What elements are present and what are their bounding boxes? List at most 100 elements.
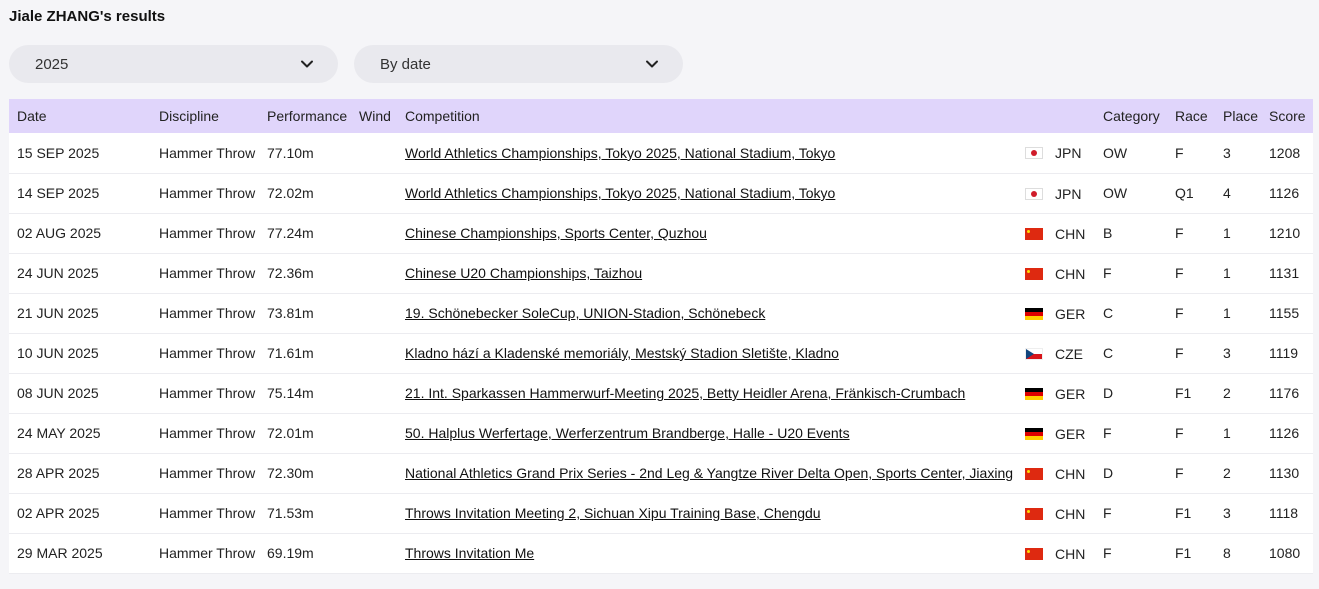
cell-discipline: Hammer Throw <box>159 425 256 441</box>
cell-date: 02 APR 2025 <box>17 505 100 521</box>
competition-link[interactable]: Chinese Championships, Sports Center, Qu… <box>405 225 707 241</box>
cell-competition: Kladno hází a Kladenské memoriály, Mests… <box>405 333 1025 373</box>
cell-country: GER <box>1025 413 1103 453</box>
ger-flag-icon <box>1025 387 1043 400</box>
header-score: Score <box>1269 108 1306 124</box>
sort-select[interactable]: By date <box>354 45 683 83</box>
cell-country: JPN <box>1025 173 1103 213</box>
header-category: Category <box>1103 108 1160 124</box>
cell-date: 15 SEP 2025 <box>17 144 100 161</box>
competition-link[interactable]: National Athletics Grand Prix Series - 2… <box>405 465 1013 481</box>
competition-link[interactable]: Throws Invitation Meeting 2, Sichuan Xip… <box>405 505 821 521</box>
cell-place: 1 <box>1223 225 1231 241</box>
results-page: Jiale ZHANG's results 2025 By date Date … <box>0 0 1319 589</box>
cell-performance: 69.19m <box>267 545 314 561</box>
cell-competition: Throws Invitation Meeting 2, Sichuan Xip… <box>405 493 1025 533</box>
country-code: CHN <box>1055 265 1086 282</box>
cell-race: F1 <box>1175 505 1192 521</box>
header-wind: Wind <box>359 108 391 124</box>
cell-wind <box>359 133 405 173</box>
cell-competition: 21. Int. Sparkassen Hammerwurf-Meeting 2… <box>405 373 1025 413</box>
cell-performance: 77.10m <box>267 144 314 161</box>
header-competition: Competition <box>405 108 480 124</box>
cell-category: F <box>1103 505 1112 521</box>
cell-race: F1 <box>1175 545 1192 561</box>
cell-discipline: Hammer Throw <box>159 144 256 161</box>
cell-score: 1080 <box>1269 545 1301 561</box>
cell-date: 21 JUN 2025 <box>17 305 99 321</box>
table-row: 08 JUN 2025 Hammer Throw 75.14m 21. Int. Sp… <box>9 373 1313 413</box>
chevron-down-icon <box>300 57 314 71</box>
cell-discipline: Hammer Throw <box>159 225 256 241</box>
country-code: CHN <box>1055 465 1086 482</box>
cell-wind <box>359 173 405 213</box>
competition-link[interactable]: Chinese U20 Championships, Taizhou <box>405 265 642 281</box>
cell-wind <box>359 213 405 253</box>
cell-discipline: Hammer Throw <box>159 385 256 401</box>
cell-race: F <box>1175 345 1184 361</box>
sort-select-value: By date <box>380 55 431 73</box>
cell-race: F <box>1175 465 1184 481</box>
cell-race: F1 <box>1175 385 1192 401</box>
cell-performance: 72.36m <box>267 265 314 281</box>
year-select[interactable]: 2025 <box>9 45 338 83</box>
table-row: 24 MAY 2025 Hammer Throw 72.01m 50. Halplus… <box>9 413 1313 453</box>
cell-place: 2 <box>1223 385 1231 401</box>
cell-date: 24 MAY 2025 <box>17 425 101 441</box>
cell-score: 1118 <box>1269 505 1299 521</box>
cell-score: 1208 <box>1269 144 1301 161</box>
cell-country: CHN <box>1025 493 1103 533</box>
cell-category: OW <box>1103 185 1128 201</box>
cell-wind <box>359 373 405 413</box>
country-code: GER <box>1055 305 1086 322</box>
cell-competition: Chinese Championships, Sports Center, Qu… <box>405 213 1025 253</box>
cell-wind <box>359 333 405 373</box>
cell-performance: 73.81m <box>267 305 314 321</box>
cell-race: F <box>1175 425 1184 441</box>
page-title: Jiale ZHANG's results <box>9 8 166 25</box>
cell-performance: 72.01m <box>267 425 314 441</box>
cell-race: F <box>1175 305 1184 321</box>
country-code: CHN <box>1055 225 1086 242</box>
cell-wind <box>359 453 405 493</box>
cell-category: D <box>1103 465 1114 481</box>
cell-date: 28 APR 2025 <box>17 465 100 481</box>
competition-link[interactable]: 50. Halplus Werfertage, Werferzentrum Br… <box>405 425 850 441</box>
cell-country: CZE <box>1025 333 1103 373</box>
cell-place: 2 <box>1223 465 1231 481</box>
competition-link[interactable]: World Athletics Championships, Tokyo 202… <box>405 185 835 201</box>
competition-link[interactable]: 21. Int. Sparkassen Hammerwurf-Meeting 2… <box>405 385 965 401</box>
country-code: CHN <box>1055 545 1086 562</box>
cell-date: 29 MAR 2025 <box>17 545 103 561</box>
country-code: CHN <box>1055 505 1086 522</box>
cell-category: OW <box>1103 144 1128 161</box>
results-table: Date Discipline Performance Wind Competi… <box>9 99 1313 574</box>
cell-country: CHN <box>1025 253 1103 293</box>
cell-country: CHN <box>1025 533 1103 573</box>
table-header: Date Discipline Performance Wind Competi… <box>9 99 1313 133</box>
competition-link[interactable]: World Athletics Championships, Tokyo 202… <box>405 145 835 161</box>
competition-link[interactable]: Throws Invitation Me <box>405 545 534 561</box>
cell-category: B <box>1103 225 1113 241</box>
cell-performance: 72.30m <box>267 465 314 481</box>
cell-score: 1131 <box>1269 265 1300 281</box>
competition-link[interactable]: Kladno hází a Kladenské memoriály, Mests… <box>405 345 839 361</box>
cell-performance: 72.02m <box>267 185 314 201</box>
cell-discipline: Hammer Throw <box>159 265 256 281</box>
table-row: 24 JUN 2025 Hammer Throw 72.36m Chinese U20… <box>9 253 1313 293</box>
cell-place: 4 <box>1223 185 1231 201</box>
chevron-down-icon <box>645 57 659 71</box>
competition-link[interactable]: 19. Schönebecker SoleCup, UNION-Stadion,… <box>405 305 765 321</box>
chn-flag-icon <box>1025 507 1043 520</box>
country-code: GER <box>1055 425 1086 442</box>
cell-category: C <box>1103 305 1114 321</box>
ger-flag-icon <box>1025 307 1043 320</box>
cell-place: 1 <box>1223 305 1231 321</box>
chn-flag-icon <box>1025 547 1043 560</box>
cell-place: 1 <box>1223 425 1231 441</box>
cell-race: Q1 <box>1175 185 1194 201</box>
chn-flag-icon <box>1025 227 1043 240</box>
table-row: 14 SEP 2025 Hammer Throw 72.02m World Athle… <box>9 173 1313 213</box>
cell-competition: 19. Schönebecker SoleCup, UNION-Stadion,… <box>405 293 1025 333</box>
cell-country: CHN <box>1025 453 1103 493</box>
